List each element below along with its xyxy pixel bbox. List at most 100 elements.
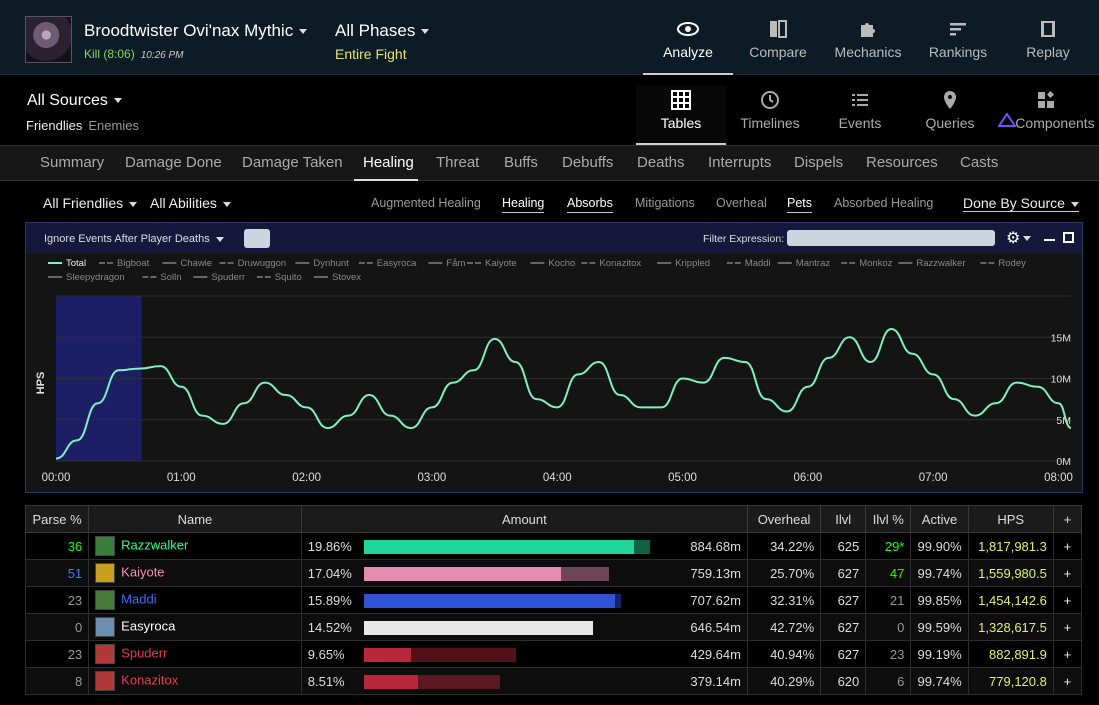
- ignore-deaths-dropdown[interactable]: Ignore Events After Player Deaths: [44, 233, 224, 245]
- player-name[interactable]: Kaiyote: [121, 564, 164, 579]
- col-ilvl[interactable]: Ilvl: [820, 505, 867, 533]
- active-value: 99.19%: [910, 640, 969, 668]
- name-cell[interactable]: Maddi: [88, 586, 302, 614]
- legend-item: Bigboat: [117, 258, 150, 269]
- table-row[interactable]: 51 Kaiyote 17.04% 759.13m 25.70% 627 47 99.74% 1…: [24, 559, 1083, 587]
- name-cell[interactable]: Kaiyote: [88, 559, 302, 587]
- gear-icon[interactable]: ⚙: [1006, 228, 1032, 248]
- active-value: 99.59%: [910, 613, 969, 641]
- boss-avatar[interactable]: [25, 16, 72, 63]
- eye-icon: [677, 22, 699, 36]
- col-active[interactable]: Active: [910, 505, 969, 533]
- nav-analyze[interactable]: Analyze: [643, 0, 733, 75]
- expand-icon[interactable]: +: [1052, 667, 1083, 695]
- tab-debuffs[interactable]: Debuffs: [562, 154, 613, 171]
- tab-damage-done[interactable]: Damage Done: [125, 154, 222, 171]
- nav-mechanics[interactable]: Mechanics: [823, 0, 913, 75]
- overheal-value: 25.70%: [746, 559, 822, 587]
- expand-icon[interactable]: +: [1052, 640, 1083, 668]
- player-name[interactable]: Spuderr: [121, 645, 167, 660]
- legend-item: Kocho: [548, 258, 575, 269]
- col-add[interactable]: +: [1052, 505, 1083, 533]
- amount-bar: [363, 567, 561, 581]
- parse-value: 8: [74, 673, 83, 689]
- nav-label: Compare: [749, 44, 807, 60]
- enemies-link[interactable]: Enemies: [88, 118, 139, 133]
- table-row[interactable]: 0 Easyroca 14.52% 646.54m 42.72% 627 0 99.59% 1,…: [24, 613, 1083, 641]
- col-hps[interactable]: HPS: [967, 505, 1054, 533]
- tabs-bar: Summary Damage Done Damage Taken Healing…: [0, 145, 1099, 181]
- tab-summary[interactable]: Summary: [40, 154, 104, 171]
- nav-replay[interactable]: Replay: [1003, 0, 1093, 75]
- tab-buffs[interactable]: Buffs: [504, 154, 538, 171]
- player-name[interactable]: Razzwalker: [121, 537, 188, 552]
- nav-rankings[interactable]: Rankings: [913, 0, 1003, 75]
- subview-healing[interactable]: Healing: [502, 196, 545, 213]
- table-row[interactable]: 23 Spuderr 9.65% 429.64m 40.94% 627 23 99.19% 88…: [24, 640, 1083, 668]
- subview-pets[interactable]: Pets: [787, 196, 813, 213]
- ilvl-value: 625: [820, 532, 867, 560]
- name-cell[interactable]: Razzwalker: [88, 532, 302, 560]
- expand-icon[interactable]: +: [1052, 532, 1083, 560]
- x-tick-label: 05:00: [668, 472, 697, 484]
- player-name[interactable]: Maddi: [121, 591, 156, 606]
- filter-expression-input[interactable]: [787, 230, 995, 246]
- col-amount[interactable]: Amount: [300, 505, 748, 533]
- expand-icon[interactable]: +: [1052, 559, 1083, 587]
- tab-resources[interactable]: Resources: [866, 154, 938, 171]
- tab-threat[interactable]: Threat: [436, 154, 479, 171]
- amount-pct: 17.04%: [307, 565, 352, 581]
- abilities-filter[interactable]: All Abilities: [150, 195, 231, 211]
- expand-icon[interactable]: +: [1052, 586, 1083, 614]
- minimize-icon[interactable]: [1044, 239, 1055, 241]
- subview-overheal[interactable]: Overheal: [716, 196, 767, 210]
- tab-damage-taken[interactable]: Damage Taken: [242, 154, 343, 171]
- tab-interrupts[interactable]: Interrupts: [708, 154, 771, 171]
- subview-absorbed-healing[interactable]: Absorbed Healing: [834, 196, 933, 210]
- nav-compare[interactable]: Compare: [733, 0, 823, 75]
- view-components[interactable]: Components: [996, 85, 1096, 145]
- maximize-icon[interactable]: [1063, 232, 1074, 243]
- name-cell[interactable]: Spuderr: [88, 640, 302, 668]
- name-cell[interactable]: Easyroca: [88, 613, 302, 641]
- tab-healing[interactable]: Healing: [363, 154, 414, 171]
- friendlies-link[interactable]: Friendlies: [26, 118, 82, 133]
- friendlies-filter[interactable]: All Friendlies: [43, 195, 138, 211]
- name-cell[interactable]: Konazitox: [88, 667, 302, 695]
- chevron-down-icon: [215, 236, 224, 242]
- col-parse[interactable]: Parse %: [24, 505, 90, 533]
- view-tables[interactable]: Tables: [636, 85, 726, 145]
- view-queries[interactable]: Queries: [905, 85, 995, 145]
- col-name[interactable]: Name: [88, 505, 302, 533]
- view-events[interactable]: Events: [815, 85, 905, 145]
- ignore-deaths-toggle[interactable]: [244, 229, 270, 248]
- view-timelines[interactable]: Timelines: [725, 85, 815, 145]
- table-row[interactable]: 36 Razzwalker 19.86% 884.68m 34.22% 625 29* 99.…: [24, 532, 1083, 560]
- table-row[interactable]: 8 Konazitox 8.51% 379.14m 40.29% 620 6 99.74% 77…: [24, 667, 1083, 695]
- player-name[interactable]: Konazitox: [121, 672, 178, 687]
- amount-value: 884.68m: [690, 539, 741, 554]
- tab-casts[interactable]: Casts: [960, 154, 998, 171]
- col-ilvl-pct[interactable]: Ilvl %: [865, 505, 912, 533]
- phase-selector[interactable]: All Phases: [335, 21, 430, 41]
- done-by-selector[interactable]: Done By Source: [963, 195, 1079, 212]
- legend-item: Easyroca: [377, 258, 417, 269]
- rankings-icon: [950, 23, 966, 36]
- amount-cell: 19.86% 884.68m: [300, 532, 748, 560]
- player-name[interactable]: Easyroca: [121, 618, 175, 633]
- expand-icon[interactable]: +: [1052, 613, 1083, 641]
- tab-dispels[interactable]: Dispels: [794, 154, 843, 171]
- amount-bar: [363, 675, 418, 689]
- phase-label: All Phases: [335, 21, 416, 40]
- col-overheal[interactable]: Overheal: [746, 505, 822, 533]
- subview-absorbs[interactable]: Absorbs: [567, 196, 613, 213]
- table-row[interactable]: 23 Maddi 15.89% 707.62m 32.31% 627 21 99.85% 1,4…: [24, 586, 1083, 614]
- amount-value: 759.13m: [690, 566, 741, 581]
- healing-graph[interactable]: Total Bigboat Chawie Druwuggon Dynhunt Easyro…: [26, 253, 1082, 492]
- subview-augmented-healing[interactable]: Augmented Healing: [371, 196, 481, 210]
- subview-mitigations[interactable]: Mitigations: [635, 196, 695, 210]
- tab-deaths[interactable]: Deaths: [637, 154, 685, 171]
- sources-selector[interactable]: All Sources: [27, 92, 122, 110]
- filter-expression-label: Filter Expression:: [703, 233, 785, 245]
- boss-selector[interactable]: Broodtwister Ovi'nax Mythic: [84, 21, 308, 41]
